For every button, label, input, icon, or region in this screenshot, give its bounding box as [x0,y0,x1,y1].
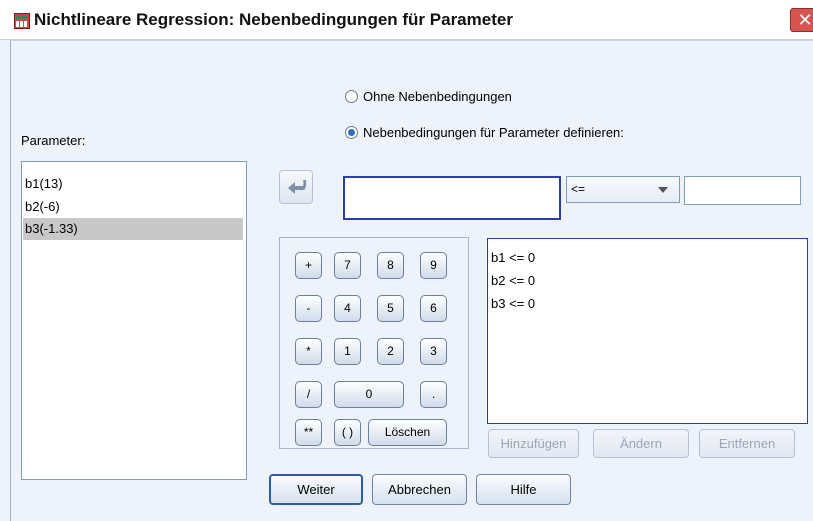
operator-select-value: <= [571,182,586,196]
list-item[interactable]: b1(13) [25,176,63,191]
key-plus[interactable]: + [295,252,322,279]
key-4[interactable]: 4 [334,295,361,322]
key-5[interactable]: 5 [377,295,404,322]
app-icon [14,13,30,29]
constraints-list[interactable]: b1 <= 0 b2 <= 0 b3 <= 0 [487,238,808,424]
parameters-list[interactable]: b1(13) b2(-6) b3(-1.33) [21,161,247,480]
close-button[interactable]: ✕ [790,8,813,32]
list-item[interactable]: b2 <= 0 [491,273,535,288]
key-decimal[interactable]: . [420,381,447,408]
dialog-body: Ohne Nebenbedingungen Nebenbedingungen f… [10,40,813,521]
operator-select[interactable]: <= [566,176,680,203]
radio-no-constraints[interactable]: Ohne Nebenbedingungen [345,89,595,105]
key-parentheses[interactable]: ( ) [334,419,361,446]
chevron-down-icon [658,187,668,193]
list-item-label: b3(-1.33) [25,221,78,236]
parameters-label: Parameter: [21,133,86,148]
constraint-value-input[interactable] [684,176,801,205]
calculator-keypad: + 7 8 9 - 4 5 6 * 1 2 3 / 0 . ** ( ) Lös… [279,237,469,449]
key-power[interactable]: ** [295,419,322,446]
remove-button[interactable]: Entfernen [699,429,795,458]
list-item[interactable]: b3 <= 0 [491,296,535,311]
radio-no-constraints-label: Ohne Nebenbedingungen [363,89,512,104]
radio-define-constraints-icon [345,126,358,139]
key-3[interactable]: 3 [420,338,447,365]
list-item-selected[interactable]: b3(-1.33) [23,218,243,240]
list-item[interactable]: b1 <= 0 [491,250,535,265]
key-clear[interactable]: Löschen [368,419,447,446]
key-9[interactable]: 9 [420,252,447,279]
arrow-left-icon [288,180,307,194]
key-7[interactable]: 7 [334,252,361,279]
window-title: Nichtlineare Regression: Nebenbedingunge… [34,10,513,29]
key-8[interactable]: 8 [377,252,404,279]
radio-define-constraints[interactable]: Nebenbedingungen für Parameter definiere… [345,125,705,141]
key-minus[interactable]: - [295,295,322,322]
cancel-button[interactable]: Abbrechen [372,474,467,505]
key-0[interactable]: 0 [334,381,404,408]
key-1[interactable]: 1 [334,338,361,365]
constraint-expression-input[interactable] [343,176,561,220]
radio-no-constraints-icon [345,90,358,103]
key-2[interactable]: 2 [377,338,404,365]
move-parameter-button[interactable] [279,170,313,204]
title-bar: Nichtlineare Regression: Nebenbedingunge… [0,0,813,40]
change-button[interactable]: Ändern [593,429,689,458]
key-6[interactable]: 6 [420,295,447,322]
key-divide[interactable]: / [295,381,322,408]
key-multiply[interactable]: * [295,338,322,365]
continue-button[interactable]: Weiter [269,474,363,505]
help-button[interactable]: Hilfe [476,474,571,505]
radio-define-constraints-label: Nebenbedingungen für Parameter definiere… [363,125,624,140]
add-button[interactable]: Hinzufügen [488,429,579,458]
list-item[interactable]: b2(-6) [25,199,60,214]
